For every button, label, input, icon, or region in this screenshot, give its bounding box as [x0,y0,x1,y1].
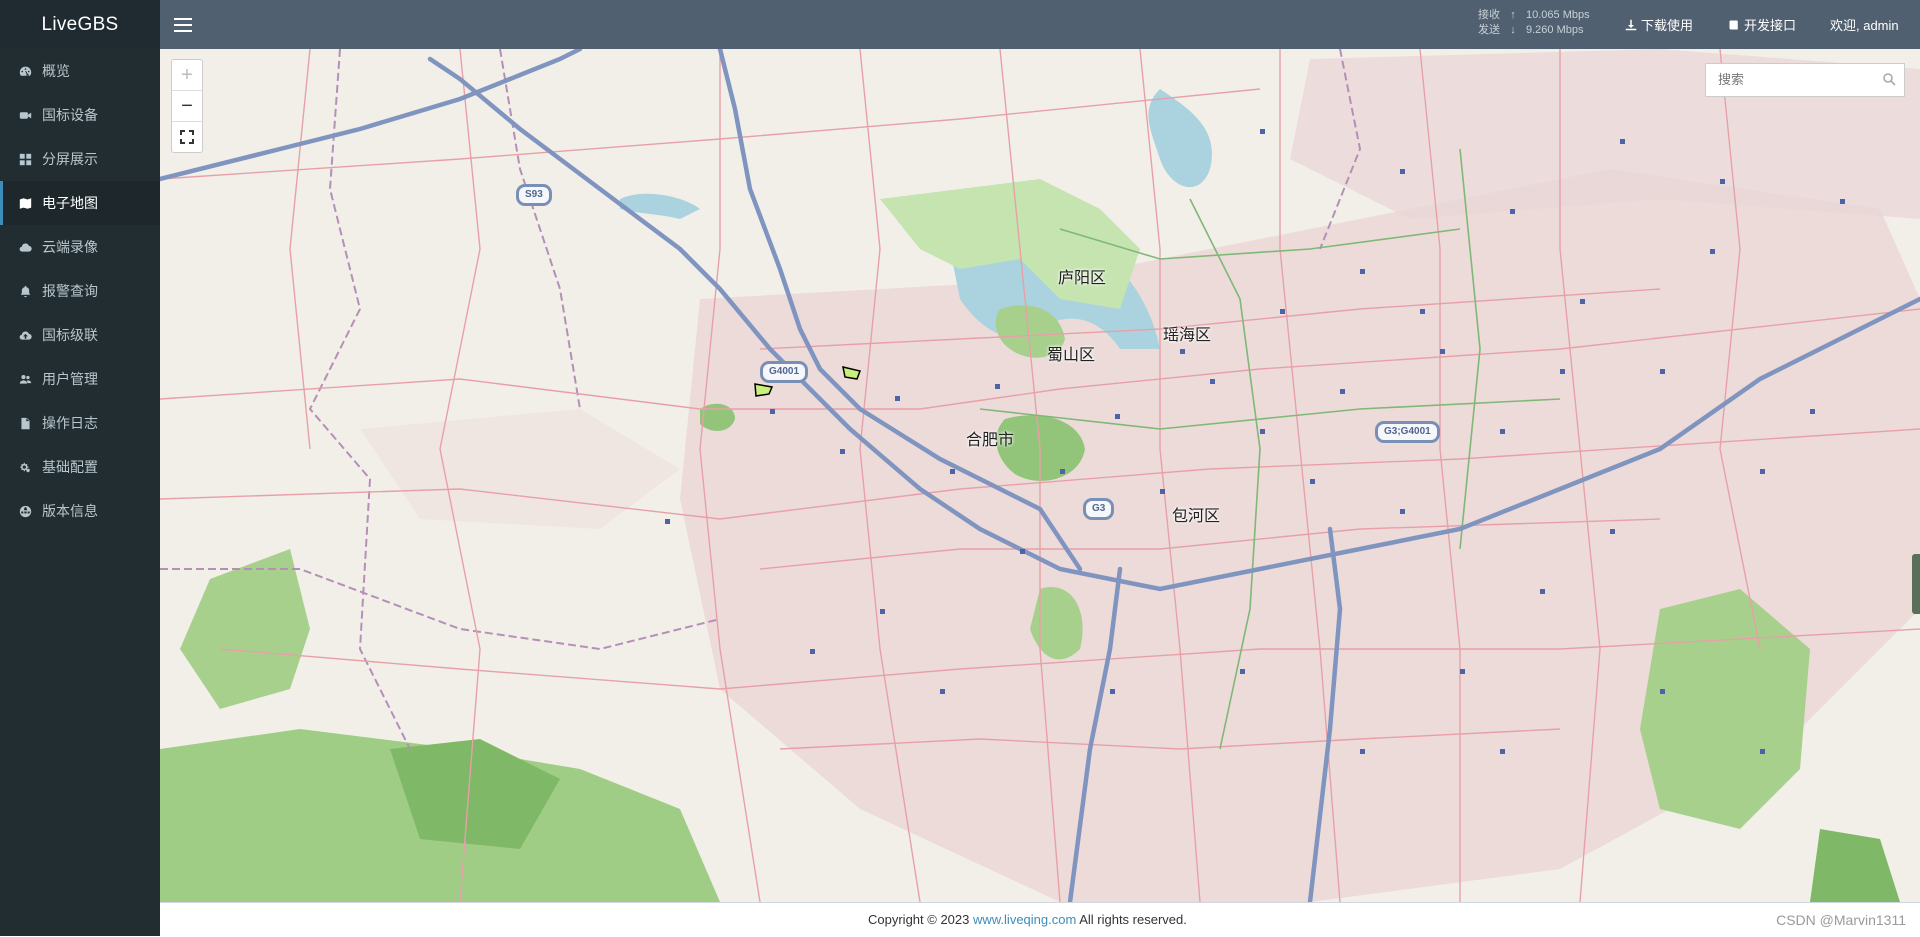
sidebar-item-label: 报警查询 [42,283,98,299]
arrow-up-icon: ↑ [1510,9,1516,21]
watermark: CSDN @Marvin1311 [1776,912,1906,928]
app-logo[interactable]: LiveGBS [0,0,160,49]
sidebar-item-label: 概览 [42,63,70,79]
highway-shield: S93 [517,185,551,205]
map-label-district: 包河区 [1172,506,1221,525]
map-label-district: 庐阳区 [1058,268,1107,287]
receive-rate: 10.065 Mbps [1526,9,1590,21]
sidebar-item-label: 国标级联 [42,327,98,343]
top-navbar: 接收 ↑ 10.065 Mbps 发送 ↓ 9.260 Mbps 下载使用 开发… [160,0,1920,49]
search-icon[interactable] [1882,72,1896,86]
copyright-prefix: Copyright © 2023 [868,912,973,927]
sidebar-item-label: 操作日志 [42,415,98,431]
sidebar-item-config[interactable]: 基础配置 [0,445,160,489]
sidebar-nav: 概览 国标设备 分屏展示 电子地图 云端录像 报警查询 国标级联 用户管理 操作… [0,49,160,533]
highway-shield: G3 [1084,499,1114,519]
globe-icon [18,504,32,518]
sidebar-item-label: 基础配置 [42,459,98,475]
zoom-control: + − [171,59,203,153]
zoom-in-button[interactable]: + [172,60,202,91]
map-tiles[interactable] [160,49,1920,902]
sidebar-item-label: 云端录像 [42,239,98,255]
zoom-out-button[interactable]: − [172,91,202,122]
sidebar-item-split-screen[interactable]: 分屏展示 [0,137,160,181]
sidebar-item-label: 国标设备 [42,107,98,123]
copyright: Copyright © 2023 www.liveqing.com All ri… [868,903,1187,937]
sidebar-item-cloud-record[interactable]: 云端录像 [0,225,160,269]
sidebar-item-logs[interactable]: 操作日志 [0,401,160,445]
arrow-down-icon: ↓ [1510,24,1516,36]
grid-icon [18,152,32,166]
highway-shield: G4001 [761,362,808,382]
fullscreen-button[interactable] [172,122,202,152]
copyright-suffix: All rights reserved. [1076,912,1187,927]
sidebar-item-label: 分屏展示 [42,151,98,167]
file-icon [18,416,32,430]
side-panel-handle[interactable] [1912,554,1920,614]
map-viewport[interactable]: 合肥市 庐阳区 瑶海区 蜀山区 包河区 S93 G4001 G3;G4001 G… [160,49,1920,902]
sidebar-item-label: 用户管理 [42,371,98,387]
api-link[interactable]: 开发接口 [1728,15,1796,34]
cloud-upload-icon [18,328,32,342]
sidebar-item-label: 电子地图 [42,195,98,211]
send-rate: 9.260 Mbps [1526,24,1584,36]
sidebar-item-version[interactable]: 版本信息 [0,489,160,533]
users-icon [18,372,32,386]
cogs-icon [18,460,32,474]
cloud-icon [18,240,32,254]
download-icon [1625,19,1637,30]
sidebar-item-map[interactable]: 电子地图 [0,181,160,225]
map-label-district: 蜀山区 [1047,345,1096,364]
search-input[interactable] [1706,64,1878,94]
welcome-text: 欢迎, admin [1830,18,1899,33]
sidebar-item-cascade[interactable]: 国标级联 [0,313,160,357]
bell-icon [18,284,32,298]
map-label-city: 合肥市 [966,430,1015,449]
sidebar-item-alarm[interactable]: 报警查询 [0,269,160,313]
map-label-district: 瑶海区 [1163,325,1212,344]
sidebar-item-overview[interactable]: 概览 [0,49,160,93]
sidebar-item-label: 版本信息 [42,503,98,519]
video-camera-icon [18,108,32,122]
download-label: 下载使用 [1641,18,1694,33]
send-label: 发送 [1478,24,1500,36]
site-link[interactable]: www.liveqing.com [973,912,1076,927]
highway-shield: G3;G4001 [1376,422,1439,442]
user-menu[interactable]: 欢迎, admin [1830,15,1899,34]
map-icon [18,196,32,210]
dashboard-icon [18,64,32,78]
receive-label: 接收 [1478,9,1500,21]
sidebar-item-devices[interactable]: 国标设备 [0,93,160,137]
download-link[interactable]: 下载使用 [1625,15,1693,34]
sidebar-item-users[interactable]: 用户管理 [0,357,160,401]
book-icon [1729,20,1738,29]
footer: Copyright © 2023 www.liveqing.com All ri… [160,902,1920,937]
map-search [1705,63,1905,97]
sidebar: LiveGBS 概览 国标设备 分屏展示 电子地图 云端录像 报警查询 国标级联 [0,0,160,936]
fullscreen-icon [180,130,194,144]
menu-toggle-button[interactable] [174,14,192,34]
traffic-stats: 接收 ↑ 10.065 Mbps 发送 ↓ 9.260 Mbps [1478,8,1590,38]
api-label: 开发接口 [1744,18,1797,33]
